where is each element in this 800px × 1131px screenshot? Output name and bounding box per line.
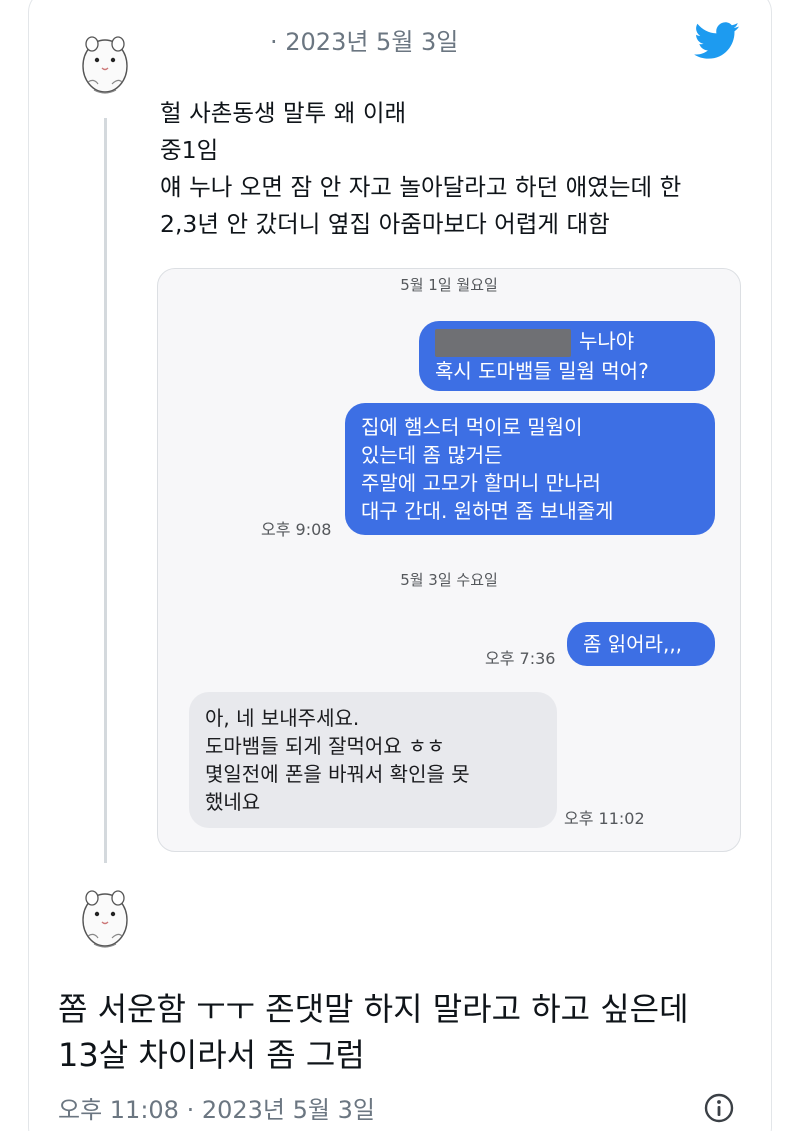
received-message: 아, 네 보내주세요. 도마뱀들 되게 잘먹어요 ㅎㅎ 몇일전에 폰을 바꿔서 … bbox=[189, 692, 557, 828]
message-text: 주말에 고모가 할머니 만나러 bbox=[361, 471, 601, 495]
message-text: 좀 읽어라,,, bbox=[583, 632, 683, 656]
message-text: 했네요 bbox=[205, 790, 261, 814]
chat-date-divider: 5월 1일 월요일 bbox=[400, 276, 498, 294]
hamster-avatar-icon bbox=[82, 890, 128, 948]
message-text: 몇일전에 폰을 바꿔서 확인을 못 bbox=[205, 762, 470, 786]
tweet-line: 얘 누나 오면 잠 안 자고 놀아달라고 하던 애였는데 한 bbox=[160, 173, 682, 201]
message-time: 오후 7:36 bbox=[485, 649, 556, 668]
message-text: 도마뱀들 되게 잘먹어요 ㅎㅎ bbox=[205, 734, 445, 758]
chat-date-divider: 5월 3일 수요일 bbox=[400, 571, 498, 589]
sent-message: 좀 읽어라,,, bbox=[567, 622, 715, 666]
reply-line: 쫌 서운함 ㅜㅜ 존댓말 하지 말라고 하고 싶은데 bbox=[58, 990, 689, 1028]
thread-line bbox=[104, 118, 107, 863]
message-text: 있는데 좀 많거든 bbox=[361, 443, 503, 467]
twitter-bird-icon[interactable] bbox=[694, 22, 740, 60]
reply-timestamp[interactable]: 오후 11:08 · 2023년 5월 3일 bbox=[58, 1090, 375, 1125]
reply-body: 쫌 서운함 ㅜㅜ 존댓말 하지 말라고 하고 싶은데 13살 차이라서 좀 그럼 bbox=[58, 986, 689, 1078]
tweet-line: 헐 사촌동생 말투 왜 이래 bbox=[160, 99, 407, 127]
tweet-line: 2,3년 안 갔더니 옆집 아줌마보다 어렵게 대함 bbox=[160, 210, 610, 238]
sent-message: 누나야 혹시 도마뱀들 밀웜 먹어? bbox=[419, 321, 715, 391]
avatar[interactable] bbox=[74, 30, 136, 98]
hamster-avatar-icon bbox=[82, 36, 128, 94]
tweet-line: 중1임 bbox=[160, 136, 219, 164]
reply-line: 13살 차이라서 좀 그럼 bbox=[58, 1036, 365, 1074]
message-text: 집에 햄스터 먹이로 밀웜이 bbox=[361, 415, 583, 439]
message-text: 누나야 bbox=[579, 329, 635, 353]
message-time: 오후 11:02 bbox=[564, 809, 645, 828]
tweet-date[interactable]: · 2023년 5월 3일 bbox=[270, 22, 458, 57]
message-time: 오후 9:08 bbox=[261, 520, 332, 539]
message-text: 대구 간대. 원하면 좀 보내줄게 bbox=[361, 499, 614, 523]
redacted-name bbox=[435, 328, 571, 357]
info-icon[interactable] bbox=[703, 1092, 735, 1124]
sent-message: 집에 햄스터 먹이로 밀웜이 있는데 좀 많거든 주말에 고모가 할머니 만나러… bbox=[345, 403, 715, 535]
embedded-chat-image[interactable]: 5월 1일 월요일 누나야 혹시 도마뱀들 밀웜 먹어? 집에 햄스터 먹이로 … bbox=[157, 268, 741, 852]
message-text: 아, 네 보내주세요. bbox=[205, 706, 360, 730]
message-text: 혹시 도마뱀들 밀웜 먹어? bbox=[435, 358, 649, 383]
tweet-body: 헐 사촌동생 말투 왜 이래 중1임 얘 누나 오면 잠 안 자고 놀아달라고 … bbox=[160, 95, 681, 243]
avatar[interactable] bbox=[74, 884, 136, 952]
